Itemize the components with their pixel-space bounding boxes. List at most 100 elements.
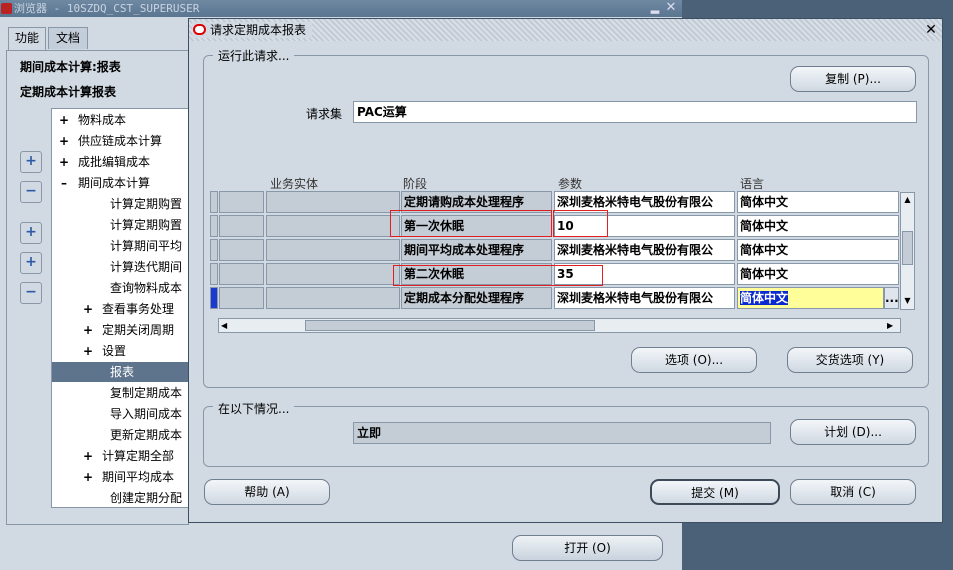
entity-cell	[266, 191, 400, 213]
tree-item-label: 查看事务处理	[102, 302, 175, 316]
navigator-subheading: 定期成本计算报表	[20, 85, 117, 99]
expand-icon[interactable]: +	[82, 299, 94, 319]
collapse-icon[interactable]: −	[20, 181, 42, 203]
delivery-options-button[interactable]: 交货选项 (Y)	[787, 347, 913, 373]
tree-item[interactable]: + 定期关闭周期	[52, 320, 188, 340]
tree-item-label: 计算迭代期间	[110, 260, 183, 274]
navigator-heading: 期间成本计算:报表	[20, 60, 121, 74]
scroll-right-icon[interactable]: ▶	[887, 320, 897, 331]
tree-item[interactable]: 计算迭代期间	[52, 257, 188, 277]
tree-item[interactable]: 查询物料成本	[52, 278, 188, 298]
tree-item-label: 定期关闭周期	[102, 323, 175, 337]
vertical-scrollbar[interactable]: ▲ ▼	[900, 192, 915, 310]
tree-item[interactable]: 计算期间平均	[52, 236, 188, 256]
expand-icon[interactable]: +	[20, 151, 42, 173]
column-header-stage: 阶段	[403, 177, 428, 191]
column-header-language: 语言	[740, 177, 765, 191]
collapse-all-icon[interactable]: −	[20, 282, 42, 304]
expand-all-icon[interactable]: +	[20, 222, 42, 244]
scroll-thumb[interactable]	[305, 320, 595, 331]
tree-item[interactable]: + 设置	[52, 341, 188, 361]
options-button[interactable]: 选项 (O)...	[631, 347, 757, 373]
request-set-field[interactable]: PAC运算	[353, 101, 917, 123]
cancel-button[interactable]: 取消 (C)	[790, 479, 916, 505]
row-selector[interactable]	[210, 191, 218, 213]
tab-documents[interactable]: 文档	[48, 27, 88, 49]
copy-button[interactable]: 复制 (P)...	[790, 66, 916, 92]
language-cell[interactable]: 简体中文	[737, 215, 899, 237]
tree-item[interactable]: 创建定期分配	[52, 488, 188, 507]
dialog-title: 请求定期成本报表	[192, 22, 313, 38]
tree-item-label: 设置	[102, 344, 127, 358]
scroll-up-icon[interactable]: ▲	[902, 195, 913, 205]
row-selector[interactable]	[210, 215, 218, 237]
entity-cell	[266, 239, 400, 261]
window-icon	[1, 3, 12, 14]
tab-functions[interactable]: 功能	[8, 27, 46, 51]
scroll-thumb[interactable]	[902, 231, 913, 265]
annotation-box	[553, 210, 608, 237]
tree-item[interactable]: + 计算定期全部	[52, 446, 188, 466]
lov-button[interactable]: ...	[884, 287, 899, 309]
tree-item-label: 成批编辑成本	[78, 155, 151, 169]
schedule-group-label: 在以下情况...	[213, 400, 295, 417]
expand-icon[interactable]: +	[58, 110, 70, 130]
tree-item[interactable]: 报表	[52, 362, 188, 382]
tree-item[interactable]: 计算定期购置	[52, 215, 188, 235]
scroll-down-icon[interactable]: ▼	[902, 296, 913, 306]
expand-icon[interactable]: +	[82, 320, 94, 340]
row-marker	[219, 215, 264, 237]
tree-item[interactable]: – 期间成本计算	[52, 173, 188, 193]
function-tree: + 物料成本 + 供应链成本计算 + 成批编辑成本 – 期间成本计算 计算定期购置 计算定期购置计…	[51, 108, 189, 508]
help-button[interactable]: 帮助 (A)	[204, 479, 330, 505]
tree-item[interactable]: + 期间平均成本	[52, 467, 188, 487]
language-cell[interactable]: 简体中文	[737, 287, 884, 309]
tree-item-label: 更新定期成本	[110, 428, 183, 442]
tree-item[interactable]: 更新定期成本	[52, 425, 188, 445]
tree-item-label: 复制定期成本	[110, 386, 183, 400]
collapse-icon[interactable]: –	[58, 173, 70, 193]
tree-item[interactable]: 计算定期购置	[52, 194, 188, 214]
close-icon[interactable]: ✕	[664, 1, 678, 15]
tree-item-label: 计算期间平均	[110, 239, 183, 253]
expand-icon[interactable]: +	[82, 446, 94, 466]
row-selector[interactable]	[210, 263, 218, 285]
parameter-cell[interactable]: 深圳麦格米特电气股份有限公	[554, 239, 735, 261]
schedule-button[interactable]: 计划 (D)...	[790, 419, 916, 445]
expand-icon[interactable]: +	[58, 152, 70, 172]
row-marker	[219, 191, 264, 213]
close-icon[interactable]: ✕	[922, 21, 940, 39]
navigator-title: 浏览器 - 10SZDQ_CST_SUPERUSER	[14, 2, 200, 15]
annotation-box	[393, 265, 603, 286]
tree-item-label: 供应链成本计算	[78, 134, 163, 148]
tree-item[interactable]: + 供应链成本计算	[52, 131, 188, 151]
entity-cell	[266, 215, 400, 237]
expand-icon[interactable]: +	[82, 341, 94, 361]
horizontal-scrollbar[interactable]: ◀ ▶	[218, 318, 901, 333]
minimize-icon[interactable]: ▂	[648, 1, 662, 15]
row-selector[interactable]	[210, 239, 218, 261]
language-cell[interactable]: 简体中文	[737, 191, 899, 213]
annotation-box	[390, 210, 552, 237]
open-button[interactable]: 打开 (O)	[512, 535, 663, 561]
row-selector[interactable]	[210, 287, 218, 309]
tree-item[interactable]: + 成批编辑成本	[52, 152, 188, 172]
tree-item-label: 创建定期分配	[110, 491, 183, 505]
stage-cell: 期间平均成本处理程序	[401, 239, 552, 261]
scroll-left-icon[interactable]: ◀	[221, 320, 231, 331]
tree-item[interactable]: 复制定期成本	[52, 383, 188, 403]
submit-button[interactable]: 提交 (M)	[650, 479, 780, 505]
expand-icon[interactable]: +	[58, 131, 70, 151]
tree-item-label: 报表	[110, 365, 135, 379]
tree-item[interactable]: + 物料成本	[52, 110, 188, 130]
column-header-entity: 业务实体	[270, 177, 319, 191]
navigator-title-bar: 浏览器 - 10SZDQ_CST_SUPERUSER	[0, 0, 682, 17]
language-cell[interactable]: 简体中文	[737, 263, 899, 285]
tree-item[interactable]: + 查看事务处理	[52, 299, 188, 319]
request-set-label: 请求集	[306, 107, 343, 121]
parameter-cell[interactable]: 深圳麦格米特电气股份有限公	[554, 287, 735, 309]
tree-item[interactable]: 导入期间成本	[52, 404, 188, 424]
expand-icon[interactable]: +	[82, 467, 94, 487]
language-cell[interactable]: 简体中文	[737, 239, 899, 261]
expand-branch-icon[interactable]: +	[20, 252, 42, 274]
